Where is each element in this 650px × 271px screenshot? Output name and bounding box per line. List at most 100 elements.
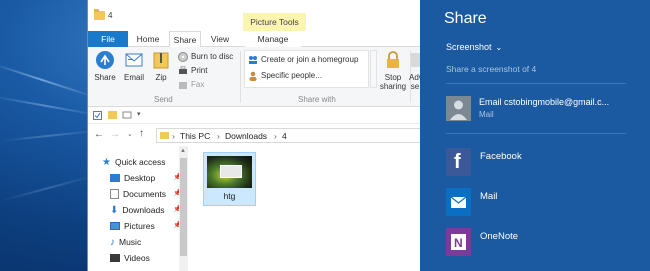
mail-icon	[446, 188, 471, 216]
print-button[interactable]: Print	[178, 65, 208, 75]
nav-label: Documents	[123, 189, 166, 199]
specific-people-button[interactable]: Specific people...	[248, 71, 322, 81]
nav-label: Desktop	[124, 173, 156, 183]
facebook-icon: f	[446, 148, 471, 176]
scroll-thumb[interactable]	[180, 158, 187, 256]
print-label: Print	[191, 66, 208, 75]
recent-share-account[interactable]: Email cstobingmobile@gmail.c... Mail	[446, 96, 646, 122]
picture-tools-context-label: Picture Tools	[243, 13, 306, 31]
navigation-scrollbar[interactable]: ▲	[179, 146, 188, 271]
address-bar[interactable]: › This PC › Downloads › 4	[156, 128, 421, 143]
tab-file[interactable]: File	[88, 31, 128, 47]
file-list: htg	[189, 146, 421, 271]
file-item[interactable]: htg	[203, 152, 256, 206]
videos-icon	[110, 254, 120, 262]
nav-label: Quick access	[114, 157, 166, 167]
forward-arrow-icon[interactable]: →	[110, 129, 120, 140]
up-arrow-icon[interactable]: ↑	[139, 128, 144, 139]
zip-button[interactable]: Zip	[151, 50, 171, 82]
divider	[446, 83, 626, 84]
window-title: 4	[108, 11, 113, 20]
homegroup-label: Create or join a homegroup	[261, 55, 359, 64]
burn-to-disc-button[interactable]: Burn to disc	[178, 52, 234, 62]
folder-icon	[94, 9, 105, 20]
share-app-onenote[interactable]: N OneNote	[446, 228, 646, 256]
share-icon	[95, 50, 115, 70]
navigation-bar: ← → ⌄ ↑ › This PC › Downloads › 4	[88, 124, 421, 146]
breadcrumb-this-pc[interactable]: This PC	[180, 131, 210, 141]
create-homegroup-button[interactable]: Create or join a homegroup	[248, 55, 358, 64]
nav-item-desktop[interactable]: Desktop 📌	[110, 171, 182, 185]
nav-label: Videos	[124, 253, 150, 263]
breadcrumb-downloads[interactable]: Downloads	[225, 131, 267, 141]
breadcrumb-separator-icon: ›	[274, 131, 277, 141]
email-icon	[124, 50, 144, 70]
zip-icon	[151, 50, 171, 70]
disc-icon	[178, 52, 188, 62]
quick-access-toolbar: ▾	[88, 107, 421, 124]
share-pane-title: Share	[444, 10, 487, 27]
share-button[interactable]: Share	[93, 50, 117, 82]
breadcrumb-current[interactable]: 4	[282, 131, 287, 141]
onenote-icon: N	[446, 228, 471, 256]
homegroup-icon	[248, 55, 258, 64]
specific-people-label: Specific people...	[261, 71, 322, 80]
share-label: Share	[94, 73, 116, 82]
fax-button[interactable]: Fax	[178, 80, 204, 89]
breadcrumb-separator-icon: ›	[172, 131, 175, 141]
checkbox-icon[interactable]	[93, 111, 102, 122]
file-explorer-window: 4 Picture Tools File Home Share View Man…	[87, 0, 421, 271]
send-group-label: Send	[154, 95, 173, 104]
app-label: Facebook	[480, 151, 522, 162]
share-with-gallery: Create or join a homegroup Specific peop…	[244, 50, 369, 88]
scroll-up-arrow-icon[interactable]: ▲	[180, 148, 186, 154]
tab-manage[interactable]: Manage	[245, 31, 301, 47]
music-icon: ♪	[110, 236, 115, 248]
avatar	[446, 96, 471, 121]
share-type-dropdown[interactable]: Screenshot ⌄	[446, 42, 502, 52]
nav-label: Music	[119, 237, 142, 247]
customize-toolbar-icon[interactable]: ▾	[137, 110, 141, 118]
address-folder-icon	[160, 132, 169, 139]
nav-item-downloads[interactable]: ⬇ Downloads 📌	[110, 203, 182, 217]
email-button[interactable]: Email	[121, 50, 147, 82]
share-app-facebook[interactable]: f Facebook	[446, 148, 646, 176]
nav-item-music[interactable]: ♪ Music	[110, 235, 182, 249]
gallery-scroll[interactable]	[370, 50, 377, 88]
downloads-icon: ⬇	[110, 204, 119, 216]
share-app-mail[interactable]: Mail	[446, 188, 646, 216]
file-thumbnail	[207, 156, 252, 188]
chevron-down-icon: ⌄	[495, 42, 503, 52]
share-pane: Share Screenshot ⌄ Share a screenshot of…	[420, 0, 650, 271]
share-with-group-label: Share with	[298, 95, 336, 104]
app-label: Mail	[480, 191, 498, 202]
nav-item-quick-access[interactable]: ★ Quick access	[102, 155, 180, 169]
account-email: Email cstobingmobile@gmail.c...	[479, 97, 610, 107]
divider	[446, 133, 626, 134]
nav-item-videos[interactable]: Videos	[110, 251, 182, 265]
zip-label: Zip	[155, 73, 167, 82]
stop-sharing-button[interactable]: Stop sharing	[379, 50, 407, 91]
ribbon: Share Email Zip Burn to disc Print Fax S…	[88, 47, 421, 107]
svg-text:N: N	[454, 236, 463, 250]
star-icon: ★	[102, 156, 111, 168]
tab-share[interactable]: Share	[169, 31, 201, 48]
navigation-pane: ★ Quick access Desktop 📌 Documents 📌 ⬇ D…	[88, 146, 185, 271]
burn-label: Burn to disc	[191, 52, 234, 61]
app-label: OneNote	[480, 231, 519, 242]
fax-icon	[178, 80, 188, 89]
nav-item-pictures[interactable]: Pictures 📌	[110, 219, 182, 233]
nav-label: Downloads	[122, 205, 165, 215]
back-arrow-icon[interactable]: ←	[94, 129, 104, 140]
breadcrumb-separator-icon: ›	[217, 131, 220, 141]
tab-home[interactable]: Home	[130, 31, 166, 47]
fax-label: Fax	[191, 80, 205, 89]
email-label: Email	[123, 73, 144, 82]
desktop-background	[0, 0, 100, 271]
tab-view[interactable]: View	[205, 31, 235, 47]
recent-locations-chevron-icon[interactable]: ⌄	[127, 130, 133, 138]
properties-icon[interactable]	[122, 110, 132, 122]
file-name: htg	[223, 191, 236, 201]
nav-item-documents[interactable]: Documents 📌	[110, 187, 182, 201]
new-folder-icon[interactable]	[108, 111, 117, 119]
